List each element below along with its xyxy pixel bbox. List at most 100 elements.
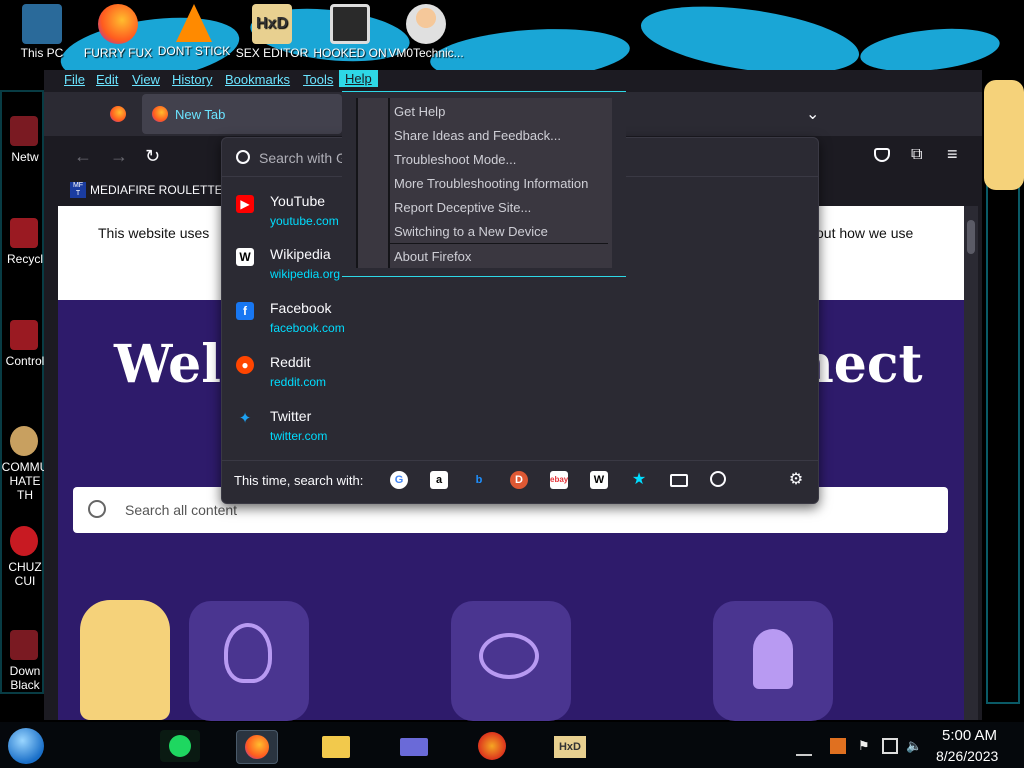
desktop-icon-furry-fux[interactable]: FURRY FUX [78,4,158,60]
clock-time[interactable]: 5:00 AM [942,727,997,744]
tray-app-icon[interactable] [830,738,846,754]
urlbar-placeholder: Search with G [259,150,347,166]
taskbar-firefox[interactable] [236,730,278,764]
firefox-icon [152,106,168,122]
network-icon [10,116,38,146]
desktop-icon-network[interactable]: Netw [0,116,50,164]
suggestion-url: wikipedia.org [270,267,341,281]
menu-tools[interactable]: Tools [303,72,333,87]
network-tray-icon[interactable] [882,738,898,754]
wikipedia-icon: W [236,248,254,266]
firefox-view-icon[interactable] [110,106,126,122]
taskbar-hxd[interactable]: HxD [550,730,590,762]
desktop-icon-label: HOOKED ON [313,46,387,60]
lightbulb-icon [224,623,272,683]
character-sticker [984,80,1024,190]
site-search-placeholder: Search all content [125,502,238,518]
ebay-icon[interactable]: ebay [550,471,568,489]
help-item-troubleshoot-mode[interactable]: Troubleshoot Mode... [394,152,516,167]
desktop-icon-control[interactable]: Control [0,320,50,368]
vertical-scrollbar[interactable] [964,206,978,720]
desktop-icon-chuz[interactable]: CHUZ CUI [0,526,50,588]
bing-icon[interactable]: b [470,471,488,489]
search-icon [88,500,106,518]
suggestion-title: YouTube [270,193,326,209]
desktop-icon-label: COMMU HATE TH [1,460,49,502]
amazon-icon[interactable]: a [430,471,448,489]
taskbar-card-app[interactable] [394,730,434,762]
suggestion-twitter[interactable]: ✦ Twitter twitter.com [222,402,818,456]
suggestion-title: Reddit [270,354,311,370]
hxd-icon: HxD [554,736,586,758]
history-icon[interactable] [710,471,726,487]
game-icon [330,4,370,44]
chat-card[interactable] [451,601,571,721]
duckduckgo-icon[interactable]: D [510,471,528,489]
hxd-editor-icon: HxD [252,4,292,44]
menu-edit[interactable]: Edit [96,72,118,87]
suggestion-reddit[interactable]: ● Reddit reddit.com [222,348,818,402]
people-card[interactable] [713,601,833,721]
taskbar-file-explorer[interactable] [316,730,356,762]
facebook-icon: f [236,302,254,320]
firefox-icon [245,735,269,759]
google-icon[interactable]: G [390,471,408,489]
reload-icon[interactable]: ↻ [145,146,160,167]
bookmark-mediafire-rouletter[interactable]: MEDIAFIRE ROULETTER [90,183,231,197]
lightbulb-card[interactable] [189,601,309,721]
bookmarks-star-icon[interactable]: ★ [630,471,648,489]
volume-icon[interactable]: 🔈 [906,738,922,754]
desktop-icon-dont-stick[interactable]: DONT STICK [154,4,234,58]
desktop-icon-label: Control [5,354,45,368]
desktop-icon-sex-editor[interactable]: HxD SEX EDITOR [232,4,312,60]
desktop-icon-label: FURRY FUX [83,46,153,60]
help-item-about-firefox[interactable]: About Firefox [394,249,471,264]
desktop-icon-download[interactable]: Down Black [0,630,50,692]
clock-date[interactable]: 8/26/2023 [936,748,998,764]
taskbar-spotify[interactable] [160,730,200,762]
extensions-puzzle-icon[interactable]: ⧉ [911,146,922,164]
desktop-icon-label: This PC [20,46,64,60]
desktop-icon-hooked-on[interactable]: HOOKED ON [310,4,390,60]
taskbar-picsart[interactable] [472,730,512,762]
action-center-flag-icon[interactable]: ⚑ [858,738,874,754]
wikipedia-icon[interactable]: W [590,471,608,489]
help-item-switching-device[interactable]: Switching to a New Device [394,224,548,239]
desktop-icon-label: DONT STICK [157,44,231,58]
tab-new-tab[interactable]: New Tab [142,94,342,134]
suggestion-facebook[interactable]: f Facebook facebook.com [222,294,818,348]
app-menu-hamburger-icon[interactable]: ≡ [947,144,958,165]
desktop-icon-label: CHUZ CUI [8,560,42,588]
tab-list-chevron-icon[interactable]: ⌄ [806,104,819,124]
back-arrow-icon[interactable]: ← [74,146,92,167]
menu-view[interactable]: View [132,72,160,87]
suggestion-title: Facebook [270,300,332,316]
this-pc-icon [22,4,62,44]
start-orb-icon[interactable] [8,728,44,764]
scrollbar-thumb[interactable] [967,220,975,254]
desktop-icon-this-pc[interactable]: This PC [2,4,82,60]
menu-bookmarks[interactable]: Bookmarks [225,72,290,87]
desktop-icon-label: Recycl [6,252,43,266]
desktop-icon-commu[interactable]: COMMU HATE TH [0,426,50,502]
tabs-icon[interactable] [670,474,688,487]
desktop-icon-label: SEX EDITOR [235,46,309,60]
desktop-icon-recycle[interactable]: Recycl [0,218,50,266]
menu-help[interactable]: Help [339,70,378,87]
forward-arrow-icon[interactable]: → [110,146,128,167]
help-item-more-troubleshooting[interactable]: More Troubleshooting Information [394,176,588,191]
desktop-icon-vm0technic[interactable]: VM0Technic... [386,4,466,60]
tray-lines-icon[interactable] [796,738,812,756]
character-sticker [80,600,170,720]
menu-separator [390,243,608,244]
download-icon [10,630,38,660]
vlc-cone-icon [176,4,212,42]
people-group-icon [753,629,793,689]
help-item-share-ideas[interactable]: Share Ideas and Feedback... [394,128,561,143]
picsart-icon [478,732,506,760]
search-settings-gear-icon[interactable]: ⚙ [787,471,805,489]
help-item-report-deceptive-site[interactable]: Report Deceptive Site... [394,200,531,215]
menu-history[interactable]: History [172,72,212,87]
help-item-get-help[interactable]: Get Help [394,104,445,119]
menu-file[interactable]: File [64,72,85,87]
